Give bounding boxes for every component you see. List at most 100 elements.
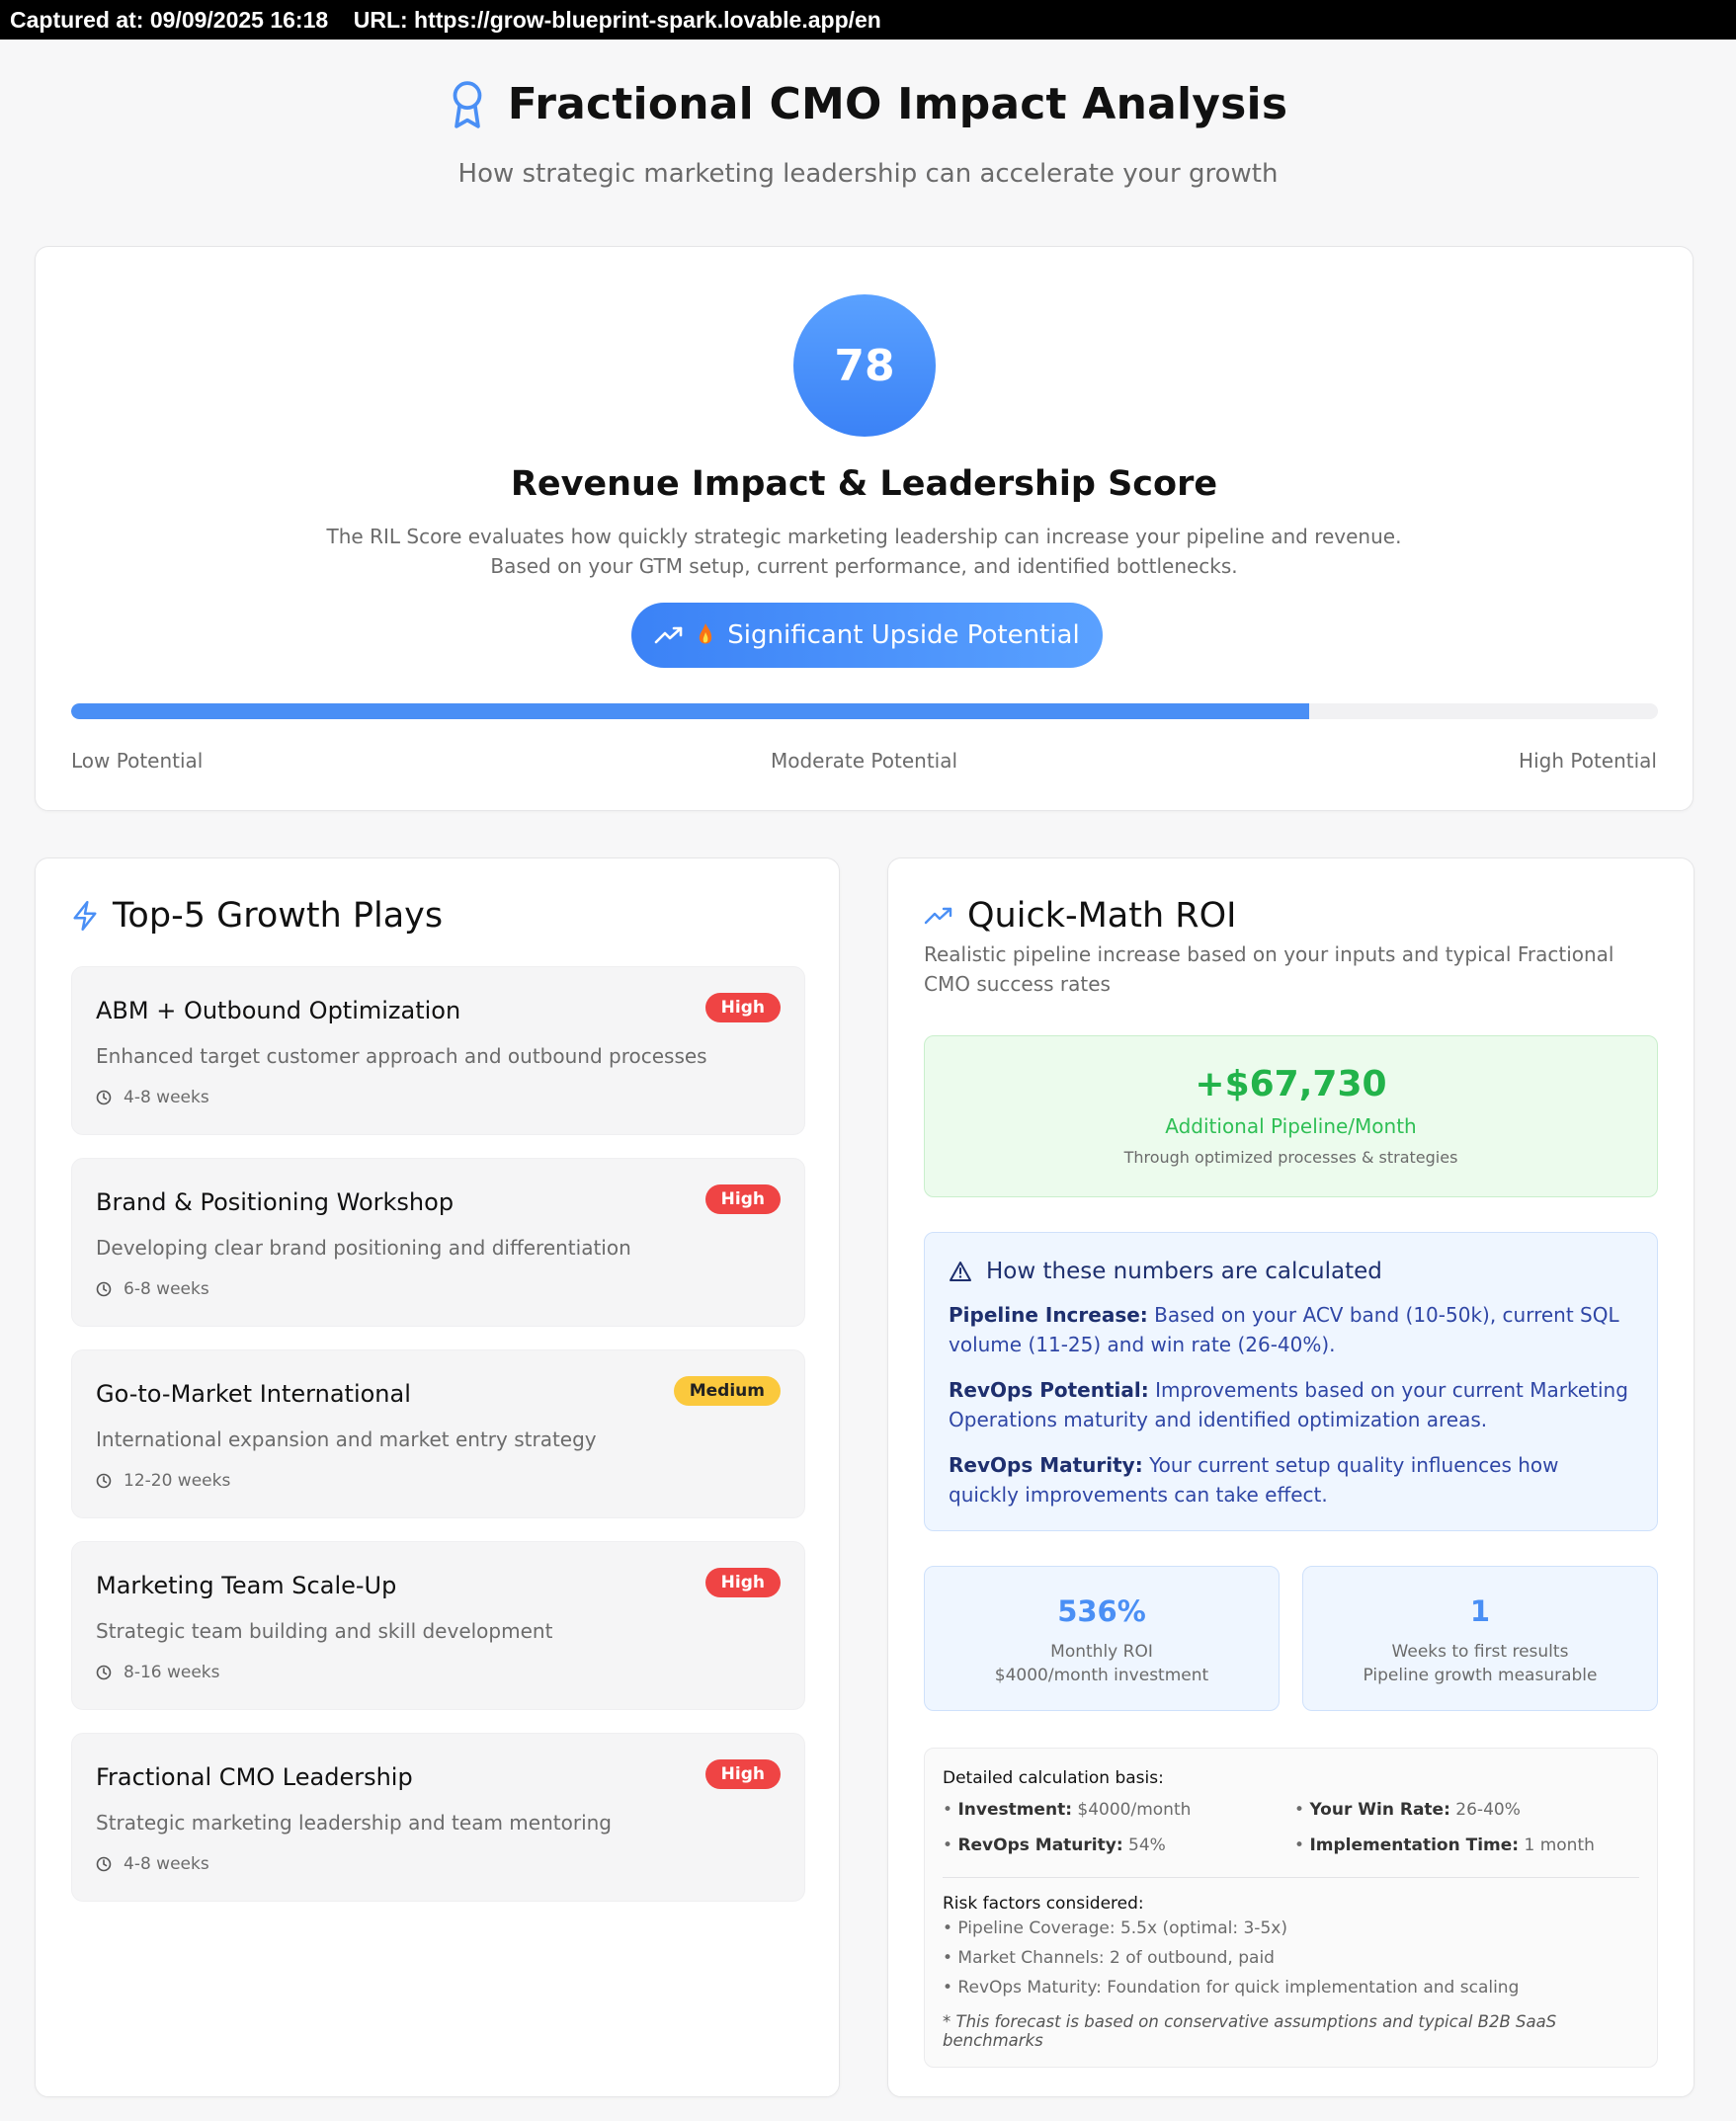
play-duration: 4-8 weeks <box>96 1088 209 1107</box>
calculation-item-label: RevOps Maturity: <box>949 1453 1143 1477</box>
roi-title: Quick-Math ROI <box>967 896 1237 936</box>
calculation-heading-text: How these numbers are calculated <box>986 1259 1382 1284</box>
calculation-item: Pipeline Increase: Based on your ACV ban… <box>949 1300 1633 1359</box>
stat-label: Weeks to first results Pipeline growth m… <box>1303 1640 1657 1687</box>
monthly-roi-stat: 536% Monthly ROI $4000/month investment <box>924 1566 1280 1711</box>
priority-badge: High <box>704 1568 781 1597</box>
award-icon <box>453 80 482 128</box>
roi-card: Quick-Math ROI Realistic pipeline increa… <box>887 857 1695 2097</box>
risk-heading: Risk factors considered: <box>943 1894 1144 1914</box>
score-title: Revenue Impact & Leadership Score <box>510 464 1218 504</box>
play-title: ABM + Outbound Optimization <box>96 997 461 1024</box>
trending-up-icon <box>924 907 952 925</box>
basis-item: • Your Win Rate: 26-40% <box>1294 1800 1521 1820</box>
clock-icon <box>96 1090 112 1105</box>
play-duration: 8-16 weeks <box>96 1663 220 1682</box>
page-subtitle: How strategic marketing leadership can a… <box>457 159 1279 189</box>
score-description: The RIL Score evaluates how quickly stra… <box>36 522 1693 581</box>
play-title: Fractional CMO Leadership <box>96 1763 413 1791</box>
clock-icon <box>96 1281 112 1297</box>
score-description-line: Based on your GTM setup, current perform… <box>490 554 1238 578</box>
priority-badge: High <box>704 1184 781 1214</box>
growth-play-item[interactable]: Go-to-Market International Medium Intern… <box>71 1349 805 1518</box>
stat-label: Monthly ROI $4000/month investment <box>925 1640 1279 1687</box>
growth-play-item[interactable]: ABM + Outbound Optimization High Enhance… <box>71 966 805 1135</box>
trending-up-icon <box>654 626 683 644</box>
basis-item: • Implementation Time: 1 month <box>1294 1835 1595 1855</box>
clock-icon <box>96 1665 112 1680</box>
pipeline-subtext: Through optimized processes & strategies <box>1123 1148 1458 1167</box>
play-duration-text: 6-8 weeks <box>124 1279 209 1299</box>
calculation-explainer: How these numbers are calculated Pipelin… <box>924 1232 1658 1531</box>
growth-play-item[interactable]: Marketing Team Scale-Up High Strategic t… <box>71 1541 805 1710</box>
growth-plays-card: Top-5 Growth Plays ABM + Outbound Optimi… <box>35 857 840 2097</box>
clock-icon <box>96 1473 112 1489</box>
forecast-footnote: * This forecast is based on conservative… <box>943 2012 1557 2050</box>
potential-badge-label: Significant Upside Potential <box>727 620 1080 650</box>
basis-item-label: Investment: <box>957 1800 1072 1820</box>
capture-info-bar: Captured at: 09/09/2025 16:18 URL: https… <box>0 0 1736 40</box>
score-progress-fill <box>71 703 1309 719</box>
basis-item: • RevOps Maturity: 54% <box>943 1835 1166 1855</box>
growth-play-item[interactable]: Fractional CMO Leadership High Strategic… <box>71 1733 805 1902</box>
stat-label-text: Weeks to first results <box>1391 1642 1569 1662</box>
pipeline-increase-box: +$67,730 Additional Pipeline/Month Throu… <box>924 1035 1658 1197</box>
basis-item-label: RevOps Maturity: <box>957 1835 1123 1855</box>
risk-item: • RevOps Maturity: Foundation for quick … <box>943 1978 1520 1998</box>
play-title: Go-to-Market International <box>96 1380 411 1408</box>
play-description: International expansion and market entry… <box>96 1428 597 1451</box>
play-duration-text: 4-8 weeks <box>124 1854 209 1874</box>
scale-label-high: High Potential <box>1519 749 1657 773</box>
alert-triangle-icon <box>950 1262 971 1281</box>
basis-item-value: 1 month <box>1524 1835 1595 1855</box>
score-card: 78 Revenue Impact & Leadership Score The… <box>35 246 1694 811</box>
play-description: Enhanced target customer approach and ou… <box>96 1044 707 1068</box>
pipeline-amount: +$67,730 <box>1195 1064 1387 1104</box>
play-title: Brand & Positioning Workshop <box>96 1188 455 1216</box>
page-title: Fractional CMO Impact Analysis <box>507 79 1288 129</box>
risk-item: • Market Channels: 2 of outbound, paid <box>943 1948 1275 1968</box>
play-duration-text: 12-20 weeks <box>124 1471 231 1491</box>
basis-item-value: $4000/month <box>1077 1800 1192 1820</box>
calculation-item: RevOps Potential: Improvements based on … <box>949 1375 1633 1434</box>
priority-badge: High <box>704 993 781 1022</box>
stat-value: 536% <box>1057 1594 1146 1628</box>
stat-label-text: Monthly ROI <box>1050 1642 1153 1662</box>
calculation-heading: How these numbers are calculated <box>949 1259 1633 1284</box>
score-description-line: The RIL Score evaluates how quickly stra… <box>326 525 1402 548</box>
calculation-item-label: RevOps Potential: <box>949 1378 1149 1402</box>
basis-item: • Investment: $4000/month <box>943 1800 1192 1820</box>
divider <box>943 1877 1639 1878</box>
potential-badge: Significant Upside Potential <box>631 603 1103 668</box>
play-duration-text: 8-16 weeks <box>124 1663 220 1682</box>
basis-item-label: Your Win Rate: <box>1309 1800 1450 1820</box>
score-circle: 78 <box>793 294 936 437</box>
pipeline-label: Additional Pipeline/Month <box>1165 1114 1417 1138</box>
growth-plays-title: Top-5 Growth Plays <box>113 896 444 936</box>
play-description: Strategic team building and skill develo… <box>96 1619 553 1643</box>
stat-value: 1 <box>1469 1594 1491 1628</box>
calculation-basis-box: Detailed calculation basis: • Investment… <box>924 1748 1658 2068</box>
basis-item-value: 26-40% <box>1455 1800 1521 1820</box>
calculation-item-label: Pipeline Increase: <box>949 1303 1148 1327</box>
flame-icon <box>700 623 712 644</box>
play-duration: 12-20 weeks <box>96 1471 230 1491</box>
roi-description: Realistic pipeline increase based on you… <box>924 942 1614 996</box>
risk-item: • Pipeline Coverage: 5.5x (optimal: 3-5x… <box>943 1918 1287 1938</box>
basis-heading: Detailed calculation basis: <box>943 1768 1164 1788</box>
priority-badge: Medium <box>673 1376 781 1406</box>
clock-icon <box>96 1856 112 1872</box>
priority-badge: High <box>704 1759 781 1789</box>
stat-subtext: $4000/month investment <box>994 1666 1209 1685</box>
growth-play-item[interactable]: Brand & Positioning Workshop High Develo… <box>71 1158 805 1327</box>
play-duration: 4-8 weeks <box>96 1854 209 1874</box>
zap-icon <box>73 901 97 931</box>
page-header: Fractional CMO Impact Analysis How strat… <box>0 79 1736 189</box>
scale-label-moderate: Moderate Potential <box>770 749 958 773</box>
basis-item-label: Implementation Time: <box>1309 1835 1520 1855</box>
calculation-item: RevOps Maturity: Your current setup qual… <box>949 1450 1633 1509</box>
weeks-to-results-stat: 1 Weeks to first results Pipeline growth… <box>1302 1566 1658 1711</box>
basis-item-value: 54% <box>1128 1835 1166 1855</box>
play-description: Developing clear brand positioning and d… <box>96 1236 631 1260</box>
growth-plays-heading: Top-5 Growth Plays <box>71 896 443 936</box>
